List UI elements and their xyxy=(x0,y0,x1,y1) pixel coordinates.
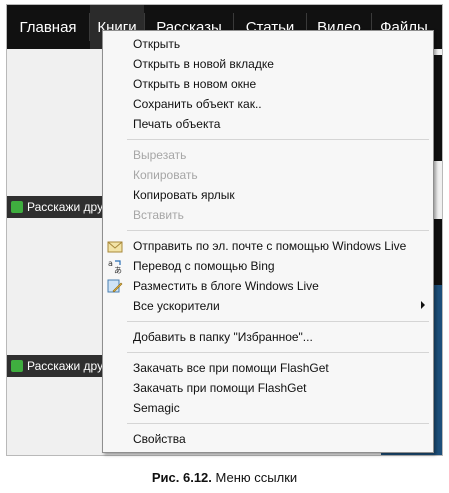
menu-item-label: Закачать при помощи FlashGet xyxy=(133,381,307,395)
menu-separator xyxy=(127,423,429,424)
figure-caption: Рис. 6.12. Меню ссылки xyxy=(0,470,449,485)
share-bar-label: Расскажи дру xyxy=(27,200,104,214)
menu-item-paste[interactable]: Вставить xyxy=(103,205,433,225)
menu-item-label: Перевод с помощью Bing xyxy=(133,259,275,273)
menu-item-label: Открыть в новой вкладке xyxy=(133,57,274,71)
blog-icon xyxy=(107,279,123,293)
menu-separator xyxy=(127,230,429,231)
menu-separator xyxy=(127,352,429,353)
menu-item-copy[interactable]: Копировать xyxy=(103,165,433,185)
figure-number: Рис. 6.12. xyxy=(151,470,212,485)
email-icon xyxy=(107,241,123,253)
context-menu: Открыть Открыть в новой вкладке Открыть … xyxy=(102,30,434,453)
menu-item-copy-shortcut[interactable]: Копировать ярлык xyxy=(103,185,433,205)
menu-item-label: Копировать ярлык xyxy=(133,188,235,202)
menu-item-open-new-window[interactable]: Открыть в новом окне xyxy=(103,74,433,94)
menu-item-label: Вырезать xyxy=(133,148,187,162)
menu-item-label: Вставить xyxy=(133,208,184,222)
menu-item-label: Закачать все при помощи FlashGet xyxy=(133,361,329,375)
menu-item-add-favorites[interactable]: Добавить в папку "Избранное"... xyxy=(103,327,433,347)
share-bar[interactable]: Расскажи дру xyxy=(7,355,111,377)
menu-item-label: Добавить в папку "Избранное"... xyxy=(133,330,313,344)
menu-item-flashget-all[interactable]: Закачать все при помощи FlashGet xyxy=(103,358,433,378)
menu-item-flashget[interactable]: Закачать при помощи FlashGet xyxy=(103,378,433,398)
menu-item-translate-bing[interactable]: a あ Перевод с помощью Bing xyxy=(103,256,433,276)
share-icon xyxy=(11,360,23,372)
menu-item-properties[interactable]: Свойства xyxy=(103,429,433,449)
svg-text:あ: あ xyxy=(114,266,122,274)
menu-item-save-target[interactable]: Сохранить объект как.. xyxy=(103,94,433,114)
menu-item-label: Все ускорители xyxy=(133,299,220,313)
menu-item-all-accelerators[interactable]: Все ускорители xyxy=(103,296,433,316)
share-bar[interactable]: Расскажи дру xyxy=(7,196,111,218)
menu-item-semagic[interactable]: Semagic xyxy=(103,398,433,418)
menu-item-label: Semagic xyxy=(133,401,180,415)
menu-item-label: Сохранить объект как.. xyxy=(133,97,262,111)
menu-item-label: Копировать xyxy=(133,168,198,182)
share-bar-label: Расскажи дру xyxy=(27,359,104,373)
menu-item-label: Открыть xyxy=(133,37,181,51)
menu-item-open-new-tab[interactable]: Открыть в новой вкладке xyxy=(103,54,433,74)
menu-item-email-windows-live[interactable]: Отправить по эл. почте с помощью Windows… xyxy=(103,236,433,256)
menu-item-label: Разместить в блоге Windows Live xyxy=(133,279,319,293)
menu-item-label: Отправить по эл. почте с помощью Windows… xyxy=(133,239,407,253)
menu-item-label: Открыть в новом окне xyxy=(133,77,257,91)
menu-separator xyxy=(127,139,429,140)
menu-item-open[interactable]: Открыть xyxy=(103,34,433,54)
nav-item-home[interactable]: Главная xyxy=(7,5,89,49)
translate-icon: a あ xyxy=(108,259,122,274)
menu-item-label: Свойства xyxy=(133,432,186,446)
share-icon xyxy=(11,201,23,213)
figure-title: Меню ссылки xyxy=(215,470,298,485)
menu-item-blog-windows-live[interactable]: Разместить в блоге Windows Live xyxy=(103,276,433,296)
menu-item-cut[interactable]: Вырезать xyxy=(103,145,433,165)
svg-text:a: a xyxy=(108,259,113,268)
menu-item-label: Печать объекта xyxy=(133,117,221,131)
menu-separator xyxy=(127,321,429,322)
menu-item-print-target[interactable]: Печать объекта xyxy=(103,114,433,134)
submenu-arrow-icon xyxy=(421,301,425,309)
